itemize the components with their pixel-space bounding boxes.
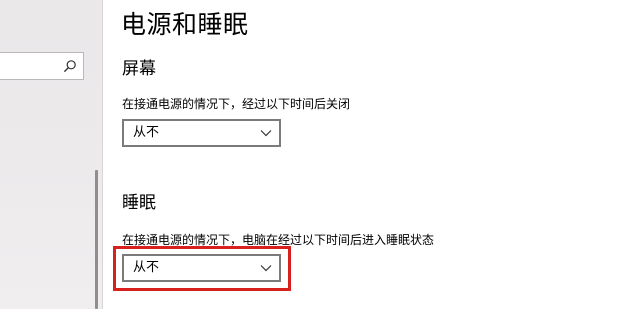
search-input[interactable] (0, 52, 84, 80)
sleep-dropdown[interactable]: 从不 (122, 254, 281, 282)
section-title-sleep: 睡眠 (122, 193, 156, 213)
page-title: 电源和睡眠 (121, 10, 249, 39)
section-title-screen: 屏幕 (122, 59, 156, 79)
dropdown-selected-value: 从不 (133, 125, 160, 140)
chevron-down-icon (260, 265, 272, 272)
screen-off-dropdown[interactable]: 从不 (122, 119, 281, 147)
pane-divider (102, 0, 103, 309)
sleep-label: 在接通电源的情况下，电脑在经过以下时间后进入睡眠状态 (122, 233, 435, 247)
navigation-pane (0, 0, 102, 309)
chevron-down-icon (260, 130, 272, 137)
dropdown-selected-value: 从不 (133, 260, 160, 275)
search-icon (64, 60, 76, 72)
screen-off-label: 在接通电源的情况下，经过以下时间后关闭 (122, 97, 351, 111)
nav-scrollbar[interactable] (95, 170, 98, 309)
